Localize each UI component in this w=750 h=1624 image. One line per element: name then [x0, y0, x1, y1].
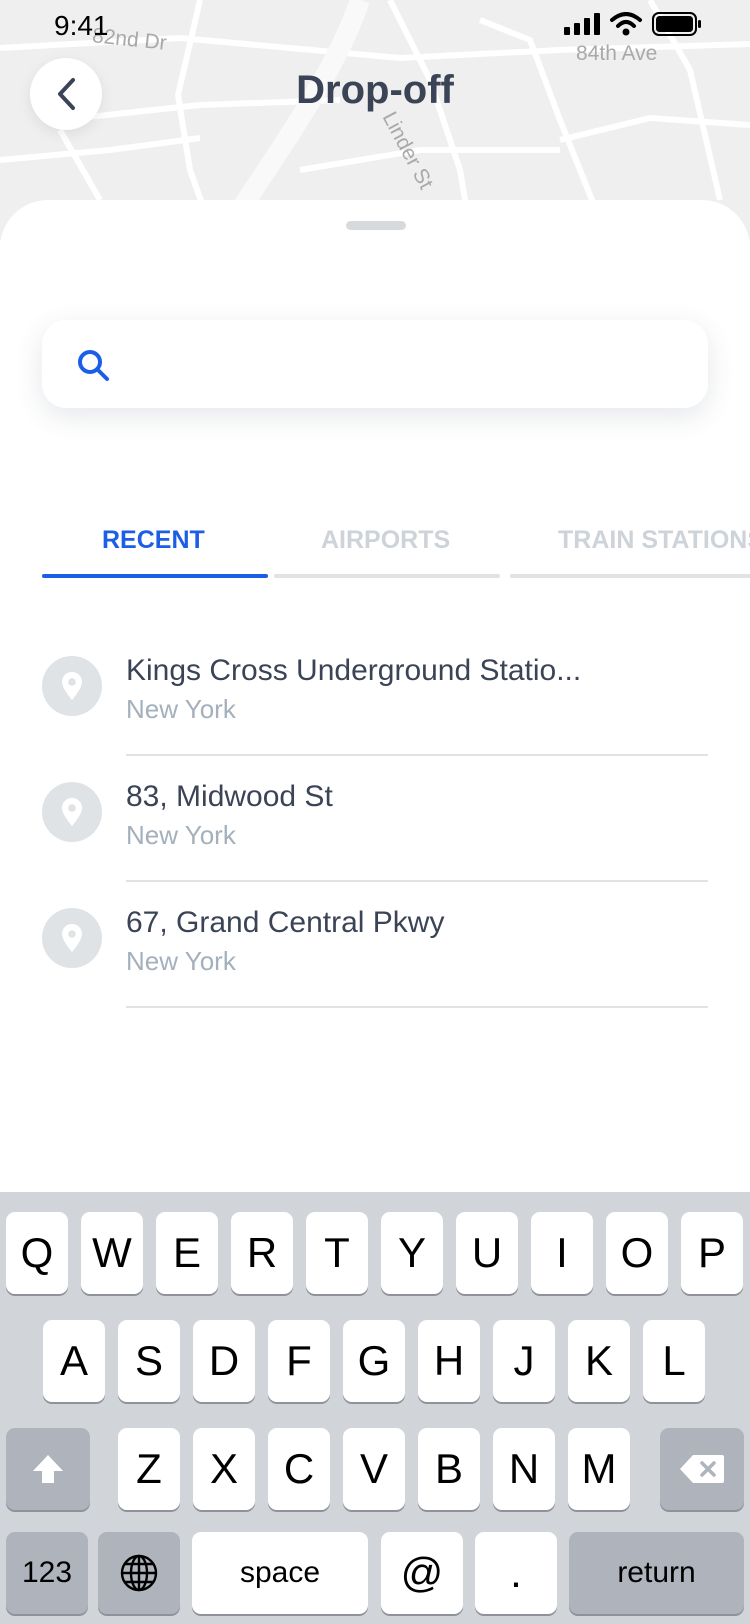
- tab-train-stations[interactable]: TRAIN STATIONS: [510, 520, 750, 578]
- search-icon: [78, 350, 109, 381]
- list-item[interactable]: Kings Cross Underground Statio... New Yo…: [0, 630, 750, 756]
- shift-icon: [33, 1455, 63, 1483]
- key-e[interactable]: E: [156, 1212, 218, 1294]
- place-title: Kings Cross Underground Statio...: [126, 654, 582, 687]
- shift-key[interactable]: [6, 1428, 90, 1510]
- globe-icon: [120, 1554, 158, 1592]
- key-d[interactable]: D: [193, 1320, 255, 1402]
- key-s[interactable]: S: [118, 1320, 180, 1402]
- search-input[interactable]: [132, 340, 682, 388]
- key-h[interactable]: H: [418, 1320, 480, 1402]
- cellular-signal-icon: [564, 13, 600, 35]
- place-subtitle: New York: [126, 820, 236, 850]
- divider: [126, 1006, 708, 1008]
- tab-label: TRAIN STATIONS: [558, 526, 750, 554]
- key-i[interactable]: I: [531, 1212, 593, 1294]
- status-icons: [564, 12, 702, 36]
- sheet-grabber[interactable]: [346, 221, 406, 230]
- status-bar: 9:41: [0, 0, 750, 50]
- backspace-key[interactable]: [660, 1428, 744, 1510]
- key-q[interactable]: Q: [6, 1212, 68, 1294]
- tab-airports[interactable]: AIRPORTS: [274, 520, 500, 578]
- key-r[interactable]: R: [231, 1212, 293, 1294]
- key-c[interactable]: C: [268, 1428, 330, 1510]
- key-x[interactable]: X: [193, 1428, 255, 1510]
- key-o[interactable]: O: [606, 1212, 668, 1294]
- location-pin-icon: [42, 656, 102, 716]
- key-p[interactable]: P: [681, 1212, 743, 1294]
- place-subtitle: New York: [126, 946, 236, 976]
- tab-indicator: [510, 574, 750, 578]
- keyboard: Q W E R T Y U I O P A S D F G H J K L Z …: [0, 1192, 750, 1624]
- tab-label: AIRPORTS: [321, 526, 451, 554]
- key-l[interactable]: L: [643, 1320, 705, 1402]
- place-title: 83, Midwood St: [126, 780, 333, 813]
- search-box[interactable]: [42, 320, 708, 408]
- key-n[interactable]: N: [493, 1428, 555, 1510]
- location-pin-icon: [42, 908, 102, 968]
- key-a[interactable]: A: [43, 1320, 105, 1402]
- location-pin-icon: [42, 782, 102, 842]
- key-g[interactable]: G: [343, 1320, 405, 1402]
- place-subtitle: New York: [126, 694, 236, 724]
- tab-bar: RECENT AIRPORTS TRAIN STATIONS: [42, 520, 750, 580]
- key-w[interactable]: W: [81, 1212, 143, 1294]
- return-key[interactable]: return: [569, 1532, 744, 1614]
- space-key[interactable]: space: [192, 1532, 368, 1614]
- key-k[interactable]: K: [568, 1320, 630, 1402]
- tab-recent[interactable]: RECENT: [42, 520, 268, 578]
- key-j[interactable]: J: [493, 1320, 555, 1402]
- dot-key[interactable]: .: [475, 1532, 557, 1614]
- key-m[interactable]: M: [568, 1428, 630, 1510]
- location-sheet: RECENT AIRPORTS TRAIN STATIONS Kings Cro…: [0, 200, 750, 1200]
- recent-places-list: Kings Cross Underground Statio... New Yo…: [0, 630, 750, 1008]
- at-key[interactable]: @: [381, 1532, 463, 1614]
- list-item[interactable]: 67, Grand Central Pkwy New York: [0, 882, 750, 1008]
- key-b[interactable]: B: [418, 1428, 480, 1510]
- key-t[interactable]: T: [306, 1212, 368, 1294]
- key-u[interactable]: U: [456, 1212, 518, 1294]
- tab-indicator-active: [42, 574, 268, 578]
- tab-indicator: [274, 574, 500, 578]
- numbers-key[interactable]: 123: [6, 1532, 88, 1614]
- list-item[interactable]: 83, Midwood St New York: [0, 756, 750, 882]
- backspace-icon: [680, 1455, 724, 1483]
- key-y[interactable]: Y: [381, 1212, 443, 1294]
- key-v[interactable]: V: [343, 1428, 405, 1510]
- wifi-icon: [610, 12, 642, 36]
- place-title: 67, Grand Central Pkwy: [126, 906, 445, 939]
- page-title: Drop-off: [296, 68, 454, 112]
- status-time: 9:41: [54, 10, 109, 41]
- globe-key[interactable]: [98, 1532, 180, 1614]
- battery-icon: [652, 12, 701, 36]
- tab-label: RECENT: [102, 526, 205, 554]
- key-z[interactable]: Z: [118, 1428, 180, 1510]
- key-f[interactable]: F: [268, 1320, 330, 1402]
